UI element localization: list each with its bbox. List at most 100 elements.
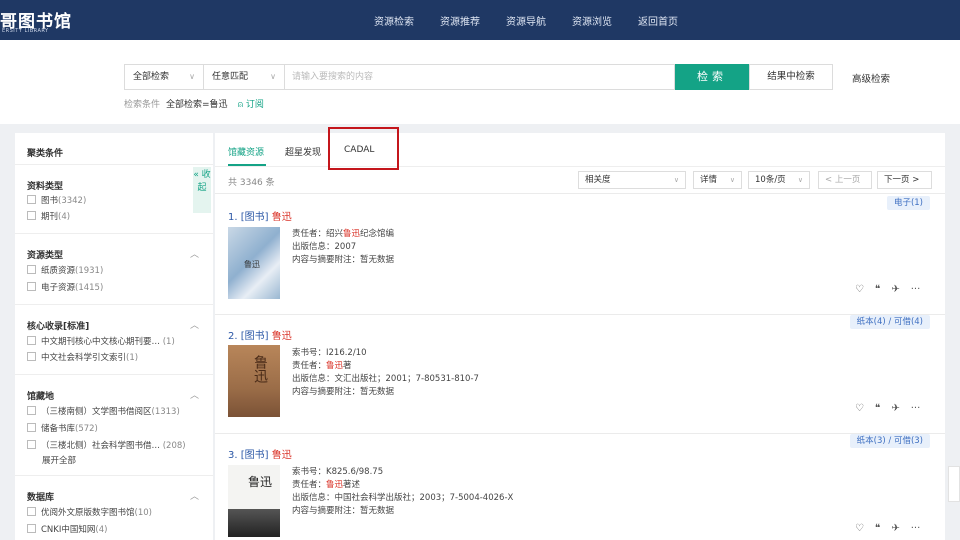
nav-resource-recommend[interactable]: 资源推荐 <box>440 13 480 28</box>
advanced-search-link[interactable]: 高级检索 <box>852 71 890 85</box>
checkbox[interactable] <box>27 507 36 516</box>
page-size-select[interactable]: 10条/页 ∨ <box>748 171 810 189</box>
tab-library-resources[interactable]: 馆藏资源 <box>228 145 264 158</box>
checkbox[interactable] <box>27 336 36 345</box>
detail-view-select[interactable]: 详情 ∨ <box>693 171 742 189</box>
book-cover[interactable]: 鲁迅 <box>228 227 280 299</box>
facet-item-label: CNKI中国知网 <box>41 525 96 535</box>
search-scope-select[interactable]: 全部检索 ∨ <box>124 64 204 90</box>
tab-chaoxing-discovery[interactable]: 超星发现 <box>285 145 321 158</box>
facet-item[interactable]: 纸质资源(1931) <box>27 264 103 276</box>
nav-resource-browse[interactable]: 资源浏览 <box>572 13 612 28</box>
more-icon[interactable]: ··· <box>911 284 921 295</box>
chevron-up-icon[interactable]: ︿ <box>190 388 199 401</box>
record-title-prefix: 1. [图书] <box>228 212 272 223</box>
facet-item[interactable]: 中文社会科学引文索引(1) <box>27 351 138 363</box>
facet-item[interactable]: 储备书库(572) <box>27 422 98 434</box>
record-actions: ♡ ❝ ✈ ··· <box>855 284 931 295</box>
facet-item[interactable]: （三楼南侧）文学图书借阅区(1313) <box>27 405 180 417</box>
checkbox[interactable] <box>27 211 36 220</box>
facet-item[interactable]: 中文期刊核心中文核心期刊要… (1) <box>27 335 175 347</box>
conditions-label: 检索条件 <box>124 100 161 110</box>
more-icon[interactable]: ··· <box>911 403 921 414</box>
facet-title-database[interactable]: 数据库 <box>27 490 54 503</box>
availability-badge[interactable]: 纸本(4) / 可借(4) <box>849 315 930 329</box>
chevron-up-icon[interactable]: ︿ <box>190 318 199 331</box>
facet-item-label: 纸质资源 <box>41 266 76 276</box>
main-nav: 资源检索 资源推荐 资源导航 资源浏览 返回首页 <box>374 13 704 28</box>
facet-item[interactable]: 优阅外文原版数字图书馆(10) <box>27 506 152 518</box>
facet-item-label: 图书 <box>41 196 59 206</box>
next-page-button[interactable]: 下一页 > <box>877 171 932 189</box>
record-title[interactable]: 1. [图书] 鲁迅 <box>228 208 292 223</box>
results-panel: 馆藏资源 超星发现 CADAL 共 3346 条 相关度 ∨ 详情 ∨ 10条/页 ∨… <box>215 133 945 540</box>
search-scope-value: 全部检索 <box>133 72 170 82</box>
facet-item[interactable]: CNKI中国知网(4) <box>27 523 107 535</box>
sort-select[interactable]: 相关度 ∨ <box>578 171 686 189</box>
cover-title: 鲁迅 <box>248 475 273 489</box>
favorite-icon[interactable]: ♡ <box>855 403 864 414</box>
availability-badge[interactable]: 纸本(3) / 可借(3) <box>849 434 930 448</box>
facet-item[interactable]: 图书(3342) <box>27 194 86 206</box>
floating-side-widget[interactable] <box>948 466 960 502</box>
favorite-icon[interactable]: ♡ <box>855 523 864 534</box>
search-input[interactable]: 请输入要搜索的内容 <box>285 64 675 90</box>
nav-resource-guide[interactable]: 资源导航 <box>506 13 546 28</box>
availability-badge[interactable]: 电子(1) <box>886 196 930 210</box>
prev-page-button[interactable]: < 上一页 <box>818 171 872 189</box>
match-mode-select[interactable]: 任意匹配 ∨ <box>204 64 285 90</box>
nav-resource-search[interactable]: 资源检索 <box>374 13 414 28</box>
record-title-prefix: 2. [图书] <box>228 331 272 342</box>
book-cover[interactable]: 鲁迅 <box>228 465 280 537</box>
highlight-box-cadal-tab <box>328 127 399 170</box>
checkbox[interactable] <box>27 406 36 415</box>
facet-item-count: (208) <box>162 441 186 451</box>
checkbox[interactable] <box>27 524 36 533</box>
info-line: 责任者：鲁迅著述 <box>292 479 513 492</box>
show-all-link[interactable]: 展开全部 <box>42 454 76 466</box>
cite-icon[interactable]: ❝ <box>875 284 880 295</box>
record-actions: ♡ ❝ ✈ ··· <box>855 403 931 414</box>
facet-item-count: (1313) <box>151 407 180 417</box>
share-icon[interactable]: ✈ <box>891 403 899 414</box>
facet-title-material-type[interactable]: 资料类型 <box>27 179 63 192</box>
record-title[interactable]: 3. [图书] 鲁迅 <box>228 446 292 461</box>
nav-home[interactable]: 返回首页 <box>638 13 678 28</box>
share-icon[interactable]: ✈ <box>891 523 899 534</box>
facet-title-resource-type[interactable]: 资源类型 <box>27 248 63 261</box>
favorite-icon[interactable]: ♡ <box>855 284 864 295</box>
more-icon[interactable]: ··· <box>911 523 921 534</box>
facet-item[interactable]: 电子资源(1415) <box>27 281 103 293</box>
facet-item[interactable]: 期刊(4) <box>27 210 70 222</box>
share-icon[interactable]: ✈ <box>891 284 899 295</box>
checkbox[interactable] <box>27 265 36 274</box>
info-line: 索书号：K825.6/98.75 <box>292 467 384 477</box>
facet-item-count: (1) <box>126 353 139 363</box>
facet-title-location[interactable]: 馆藏地 <box>27 389 54 402</box>
record-title[interactable]: 2. [图书] 鲁迅 <box>228 327 292 342</box>
checkbox[interactable] <box>27 352 36 361</box>
info-line: 责任者：鲁迅著 <box>292 360 479 373</box>
book-cover[interactable]: 鲁迅 <box>228 345 280 417</box>
checkbox[interactable] <box>27 282 36 291</box>
divider <box>15 475 213 476</box>
cite-icon[interactable]: ❝ <box>875 523 880 534</box>
subscribe-link[interactable]: ⍝ 订阅 <box>238 100 264 110</box>
collapse-sidebar-button[interactable]: « 收起 <box>193 167 211 213</box>
checkbox[interactable] <box>27 440 36 449</box>
search-button[interactable]: 检索 <box>675 64 749 90</box>
info-text: 责任者： <box>292 480 327 490</box>
checkbox[interactable] <box>27 195 36 204</box>
conditions-value: 全部检索=鲁迅 <box>166 100 228 110</box>
facet-title-core-index[interactable]: 核心收录[标准] <box>27 319 89 332</box>
facet-item[interactable]: （三楼北侧）社会科学图书借… (208) <box>27 439 186 451</box>
divider <box>15 164 213 165</box>
match-mode-value: 任意匹配 <box>212 72 249 82</box>
search-conditions: 检索条件 全部检索=鲁迅 ⍝ 订阅 <box>124 97 264 110</box>
chevron-up-icon[interactable]: ︿ <box>190 489 199 502</box>
search-within-results-button[interactable]: 结果中检索 <box>749 64 833 90</box>
checkbox[interactable] <box>27 423 36 432</box>
subscribe-label: 订阅 <box>245 100 264 110</box>
chevron-up-icon[interactable]: ︿ <box>190 247 199 260</box>
cite-icon[interactable]: ❝ <box>875 403 880 414</box>
